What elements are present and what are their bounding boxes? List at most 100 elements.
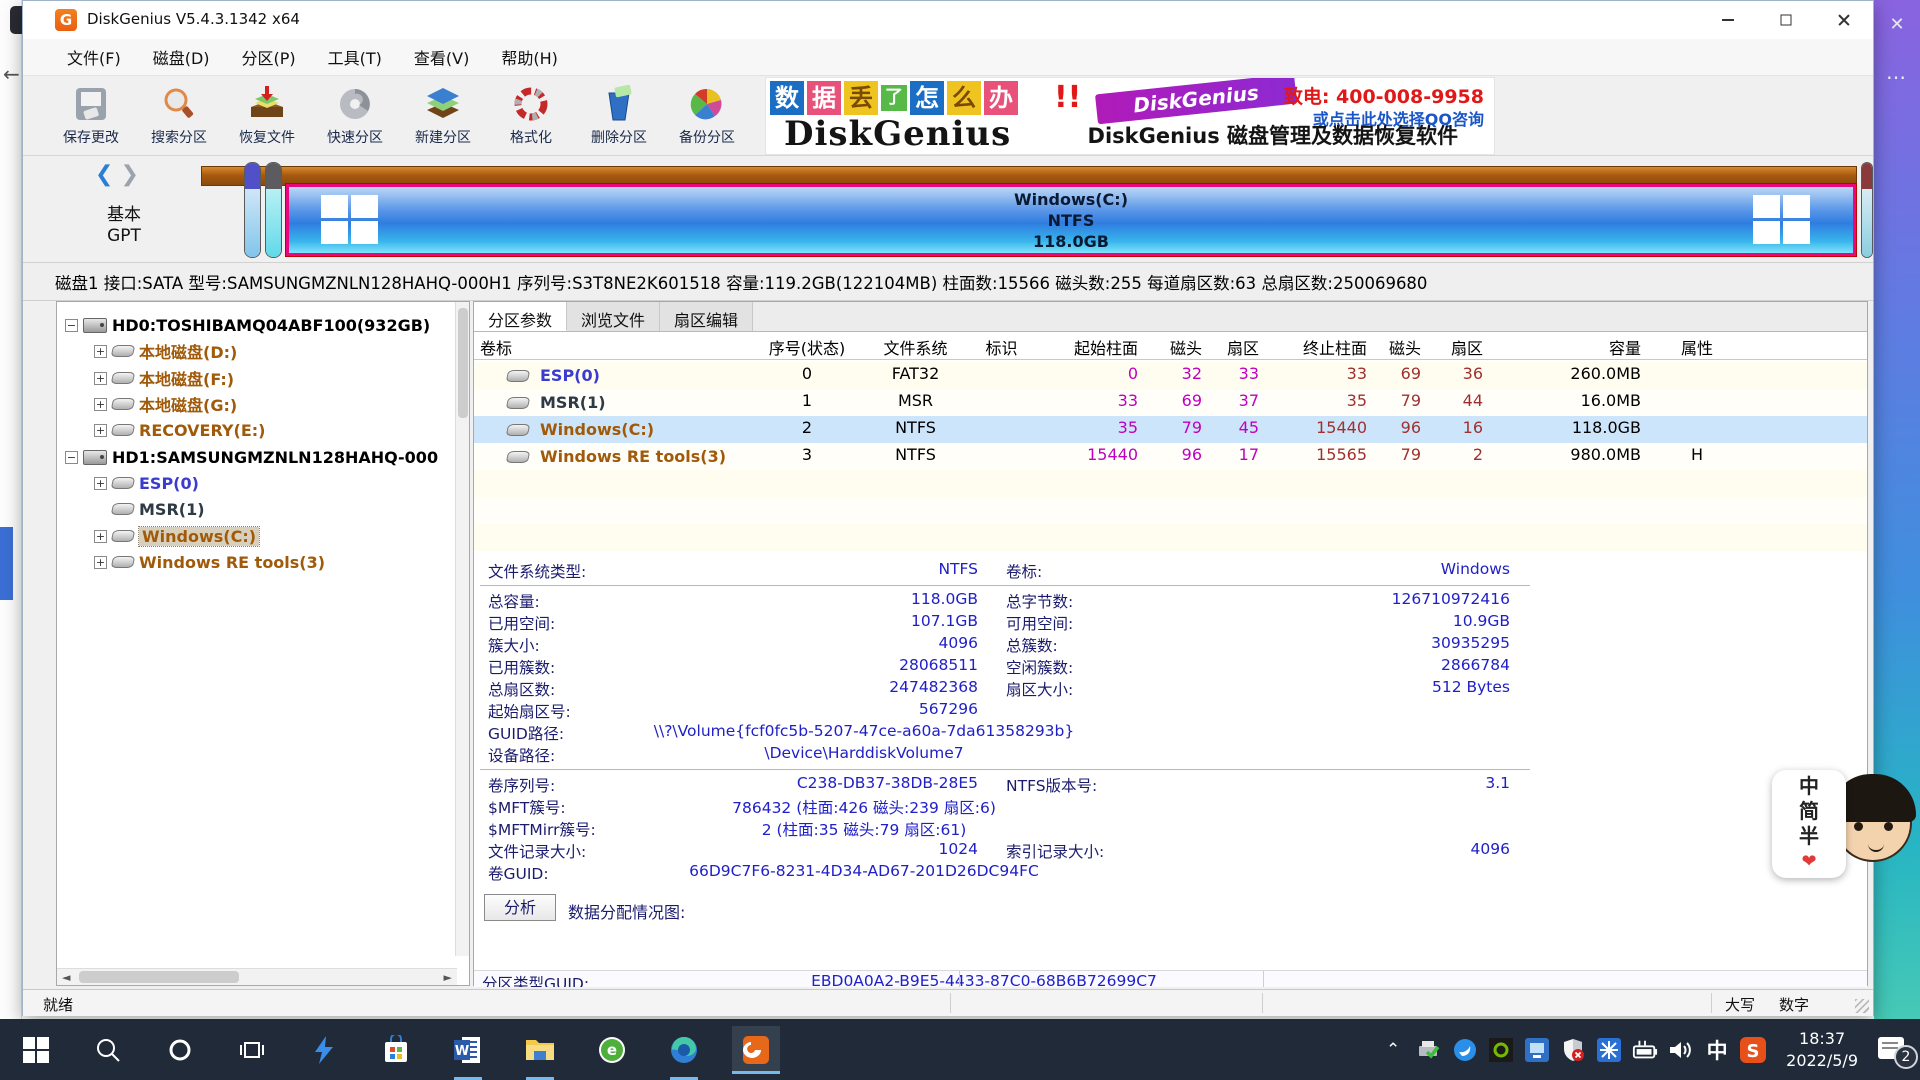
browser-360-icon[interactable]: e	[588, 1026, 636, 1074]
close-button[interactable]	[1815, 1, 1873, 39]
tray-defender-alert-icon[interactable]	[1560, 1037, 1586, 1063]
cortana-icon[interactable]	[156, 1026, 204, 1074]
windows-c-partition-bar[interactable]: Windows(C:) NTFS 118.0GB	[286, 184, 1856, 256]
recover-files-button[interactable]: 恢复文件	[223, 79, 311, 153]
ime-mode-chinese[interactable]: 中	[1799, 774, 1819, 799]
expand-icon[interactable]: +	[94, 345, 107, 358]
delete-partition-button[interactable]: 删除分区	[575, 79, 663, 153]
esp-partition-strip[interactable]	[244, 162, 261, 258]
tree-item-windows-re[interactable]: +Windows RE tools(3)	[94, 549, 325, 575]
collapse-icon[interactable]: −	[65, 451, 78, 464]
detail-row: 已用空间:107.1GB可用空间:10.9GB	[474, 612, 1867, 634]
expand-icon[interactable]: +	[94, 372, 107, 385]
microsoft-store-icon[interactable]	[372, 1026, 420, 1074]
detail-row: $MFTMirr簇号:2 (柱面:35 磁头:79 扇区:61)	[474, 818, 1867, 840]
next-disk-arrow-icon[interactable]: ❯	[120, 162, 138, 187]
quick-partition-button[interactable]: 快速分区	[311, 79, 399, 153]
tab-sector-edit[interactable]: 扇区编辑	[660, 302, 753, 331]
backup-partition-button[interactable]: 备份分区	[663, 79, 751, 153]
back-arrow-icon[interactable]: ←	[3, 62, 20, 86]
disk-capacity-band[interactable]	[201, 166, 1857, 186]
tree-item-msr[interactable]: MSR(1)	[94, 496, 205, 522]
start-button[interactable]	[12, 1026, 60, 1074]
collapse-icon[interactable]: −	[65, 319, 78, 332]
file-explorer-icon[interactable]	[516, 1026, 564, 1074]
disk-tree-panel: −HD0:TOSHIBAMQ04ABF100(932GB) +本地磁盘(D:) …	[56, 301, 470, 986]
scroll-left-icon[interactable]: ◄	[62, 971, 70, 984]
detail-row: 总容量:118.0GB总字节数:126710972416	[474, 590, 1867, 612]
expand-icon[interactable]: +	[94, 398, 107, 411]
tree-item-hd0[interactable]: −HD0:TOSHIBAMQ04ABF100(932GB)	[65, 312, 430, 338]
diskgenius-app-icon: G	[55, 9, 77, 31]
tray-volume-icon[interactable]	[1668, 1037, 1694, 1063]
pinned-app-lightning-icon[interactable]	[300, 1026, 348, 1074]
maximize-button[interactable]	[1757, 1, 1815, 39]
tray-intel-graphics-icon[interactable]	[1524, 1037, 1550, 1063]
detail-row: 卷GUID:66D9C7F6-8231-4D34-AD67-201D26DC94…	[474, 862, 1867, 884]
expand-icon[interactable]: +	[94, 556, 107, 569]
tray-ime-language-indicator[interactable]: 中	[1704, 1037, 1730, 1063]
menu-partition[interactable]: 分区(P)	[228, 39, 310, 75]
tree-item-windows-c[interactable]: +Windows(C:)	[94, 523, 259, 549]
menu-file[interactable]: 文件(F)	[53, 39, 135, 75]
ime-mode-halfwidth[interactable]: 半	[1799, 824, 1819, 849]
ad-phone-number[interactable]: 致电: 400-008-9958	[1284, 82, 1484, 109]
tree-item-local-g[interactable]: +本地磁盘(G:)	[94, 391, 237, 417]
table-row-esp[interactable]: ESP(0) 0 FAT32 0 32 33 33 69 36 260.0MB	[474, 362, 1867, 389]
tab-partition-params[interactable]: 分区参数	[474, 302, 567, 331]
word-icon[interactable]: W	[444, 1026, 492, 1074]
menu-view[interactable]: 查看(V)	[400, 39, 483, 75]
edge-icon[interactable]	[660, 1026, 708, 1074]
partition-icon	[111, 372, 136, 384]
prev-disk-arrow-icon[interactable]: ❮	[95, 162, 113, 187]
tray-snowflake-icon[interactable]	[1596, 1037, 1622, 1063]
tray-bird-app-icon[interactable]	[1452, 1037, 1478, 1063]
menu-help[interactable]: 帮助(H)	[487, 39, 572, 75]
taskbar-search-icon[interactable]	[84, 1026, 132, 1074]
save-changes-button[interactable]: 保存更改	[47, 79, 135, 153]
menu-tools[interactable]: 工具(T)	[314, 39, 396, 75]
ime-floating-panel[interactable]: 中 简 半 ❤	[1772, 770, 1920, 882]
background-ellipsis-icon[interactable]: …	[1886, 60, 1908, 84]
format-button[interactable]: 格式化	[487, 79, 575, 153]
tree-item-recovery-e[interactable]: +RECOVERY(E:)	[94, 417, 265, 443]
minimize-button[interactable]	[1699, 1, 1757, 39]
taskbar-diskgenius-icon[interactable]	[732, 1026, 780, 1074]
msr-partition-strip[interactable]	[265, 162, 282, 258]
taskbar-clock[interactable]: 18:37 2022/5/9	[1776, 1028, 1868, 1072]
background-close-icon[interactable]: ✕	[1884, 12, 1910, 38]
tree-item-hd1[interactable]: −HD1:SAMSUNGMZNLN128HAHQ-000	[65, 444, 438, 470]
tree-item-esp[interactable]: +ESP(0)	[94, 470, 199, 496]
ad-banner[interactable]: 数 据 丢 了 怎 么 办 !! DiskGenius DiskGenius 致…	[765, 77, 1495, 155]
ime-mode-simplified[interactable]: 简	[1799, 799, 1819, 824]
expand-icon[interactable]: +	[94, 530, 107, 543]
analyze-button[interactable]: 分析	[484, 894, 556, 921]
table-row-msr[interactable]: MSR(1) 1 MSR 33 69 37 35 79 44 16.0MB	[474, 389, 1867, 416]
expand-icon[interactable]: +	[94, 424, 107, 437]
menu-disk[interactable]: 磁盘(D)	[139, 39, 224, 75]
tree-item-local-f[interactable]: +本地磁盘(F:)	[94, 365, 234, 391]
tab-browse-files[interactable]: 浏览文件	[567, 302, 660, 331]
expand-icon[interactable]: +	[94, 477, 107, 490]
tray-printer-icon[interactable]	[1416, 1037, 1442, 1063]
ime-heart-icon[interactable]: ❤	[1801, 849, 1816, 874]
ime-mode-box[interactable]: 中 简 半 ❤	[1772, 770, 1846, 878]
tree-vertical-scrollbar[interactable]	[455, 302, 469, 956]
recovery-partition-strip[interactable]	[1861, 162, 1873, 258]
tray-battery-icon[interactable]	[1632, 1037, 1658, 1063]
scroll-right-icon[interactable]: ►	[444, 971, 452, 984]
tree-item-local-d[interactable]: +本地磁盘(D:)	[94, 338, 237, 364]
table-row-windows-re[interactable]: Windows RE tools(3) 3 NTFS 15440 96 17 1…	[474, 443, 1867, 470]
scrollbar-thumb[interactable]	[79, 971, 239, 983]
tray-chevron-up-icon[interactable]: ⌃	[1380, 1037, 1406, 1063]
tray-sogou-icon[interactable]: S	[1740, 1037, 1766, 1063]
scrollbar-thumb[interactable]	[458, 308, 468, 418]
table-row-windows-c[interactable]: Windows(C:) 2 NTFS 35 79 45 15440 96 16 …	[474, 416, 1867, 443]
tray-nvidia-icon[interactable]	[1488, 1037, 1514, 1063]
resize-grip[interactable]	[1855, 999, 1869, 1013]
tree-horizontal-scrollbar[interactable]: ◄ ►	[57, 968, 457, 985]
new-partition-button[interactable]: 新建分区	[399, 79, 487, 153]
search-partition-button[interactable]: 搜索分区	[135, 79, 223, 153]
action-center-icon[interactable]: 2	[1878, 1035, 1912, 1065]
task-view-icon[interactable]	[228, 1026, 276, 1074]
